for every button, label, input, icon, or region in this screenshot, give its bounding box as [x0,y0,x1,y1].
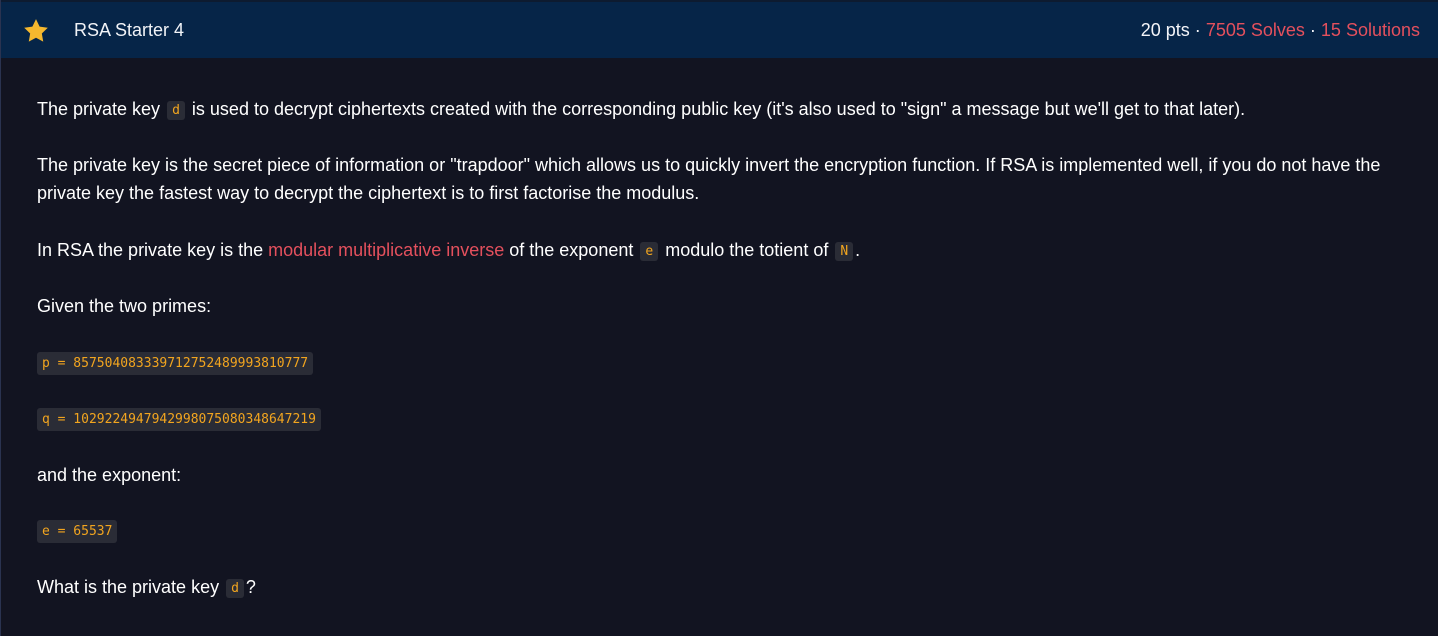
paragraph-given-primes: Given the two primes: [37,296,212,316]
text: The private key [37,99,161,119]
paragraph-question: What is the private key d? [37,573,256,604]
text: modulo the totient of [665,240,829,260]
paragraph-private-key: The private key d is used to decrypt cip… [37,95,1245,126]
code-d: d [226,579,244,598]
code-block-q: q = 1029224947942998075080348647219 [37,408,321,431]
stats-separator: · [1309,20,1316,40]
solutions-link[interactable]: 15 Solutions [1321,20,1420,40]
star-icon[interactable] [22,17,50,45]
challenge-stats: 20 pts · 7505 Solves · 15 Solutions [1141,2,1420,58]
paragraph-modular-inverse: In RSA the private key is the modular mu… [37,236,860,267]
challenge-header[interactable]: RSA Starter 4 20 pts · 7505 Solves · 15 … [1,0,1438,58]
code-n: N [835,242,854,261]
text: In RSA the private key is the [37,240,264,260]
code-d: d [167,101,185,120]
text: What is the private key [37,577,220,597]
text: is used to decrypt ciphertexts created w… [191,99,1246,119]
challenge-title: RSA Starter 4 [74,20,185,40]
stats-separator: · [1194,20,1201,40]
solves-link[interactable]: 7505 Solves [1206,20,1305,40]
paragraph-exponent: and the exponent: [37,465,182,485]
paragraph-trapdoor: The private key is the secret piece of i… [37,155,1381,203]
text: of the exponent [509,240,634,260]
text: . [855,240,861,260]
points-label: 20 pts [1140,20,1190,40]
text: ? [245,577,256,597]
code-block-p: p = 857504083339712752489993810777 [37,352,314,375]
modular-inverse-link[interactable]: modular multiplicative inverse [268,240,504,260]
challenge-panel: RSA Starter 4 20 pts · 7505 Solves · 15 … [0,0,1438,636]
code-block-e: e = 65537 [37,520,118,543]
code-e: e [640,242,659,261]
